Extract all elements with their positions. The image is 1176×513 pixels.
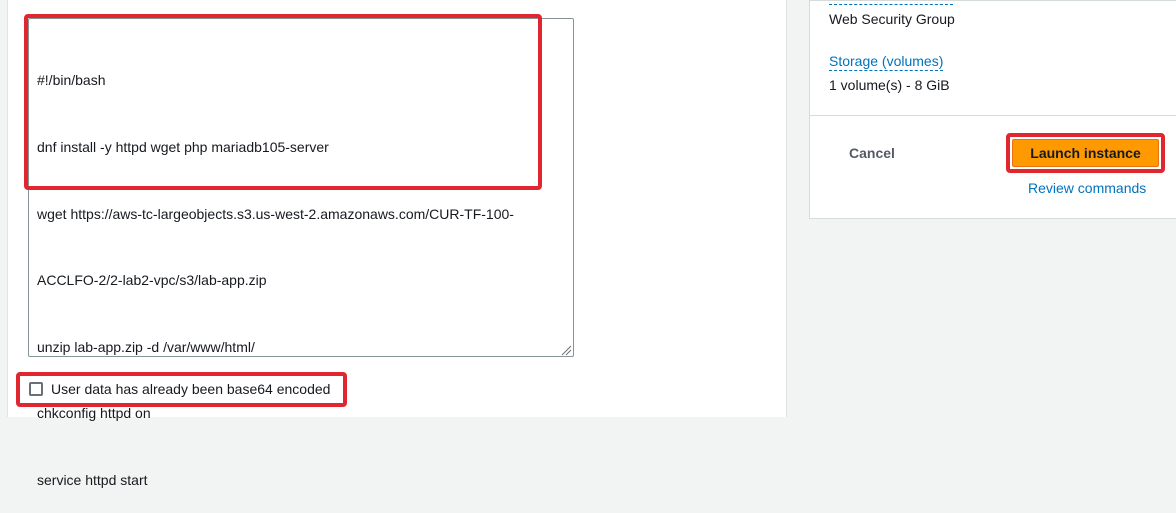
user-data-content: #!/bin/bash dnf install -y httpd wget ph…: [37, 25, 514, 513]
user-data-line: wget https://aws-tc-largeobjects.s3.us-w…: [37, 205, 514, 222]
review-commands-link[interactable]: Review commands: [1028, 180, 1146, 196]
user-data-line: service httpd start: [37, 471, 148, 488]
base64-encoded-label: User data has already been base64 encode…: [51, 381, 331, 397]
summary-divider: [809, 115, 1176, 116]
storage-volumes-value: 1 volume(s) - 8 GiB: [829, 77, 950, 93]
user-data-line: chkconfig httpd on: [37, 405, 151, 422]
cancel-button[interactable]: Cancel: [849, 145, 895, 161]
user-data-line: unzip lab-app.zip -d /var/www/html/: [37, 338, 255, 355]
user-data-line: dnf install -y httpd wget php mariadb105…: [37, 139, 329, 155]
storage-volumes-link[interactable]: Storage (volumes): [829, 53, 944, 71]
launch-instance-button[interactable]: Launch instance: [1012, 139, 1159, 167]
resize-handle-icon[interactable]: [561, 345, 572, 356]
base64-encoded-checkbox[interactable]: [29, 382, 43, 396]
base64-encoded-option[interactable]: User data has already been base64 encode…: [29, 381, 330, 397]
security-group-link-cut-off[interactable]: [829, 0, 953, 5]
security-group-value: Web Security Group: [829, 11, 955, 27]
user-data-line: ACCLFO-2/2-lab2-vpc/s3/lab-app.zip: [37, 272, 267, 289]
storage-volumes-link-label: Storage (volumes): [829, 53, 944, 71]
user-data-line: #!/bin/bash: [37, 72, 106, 89]
